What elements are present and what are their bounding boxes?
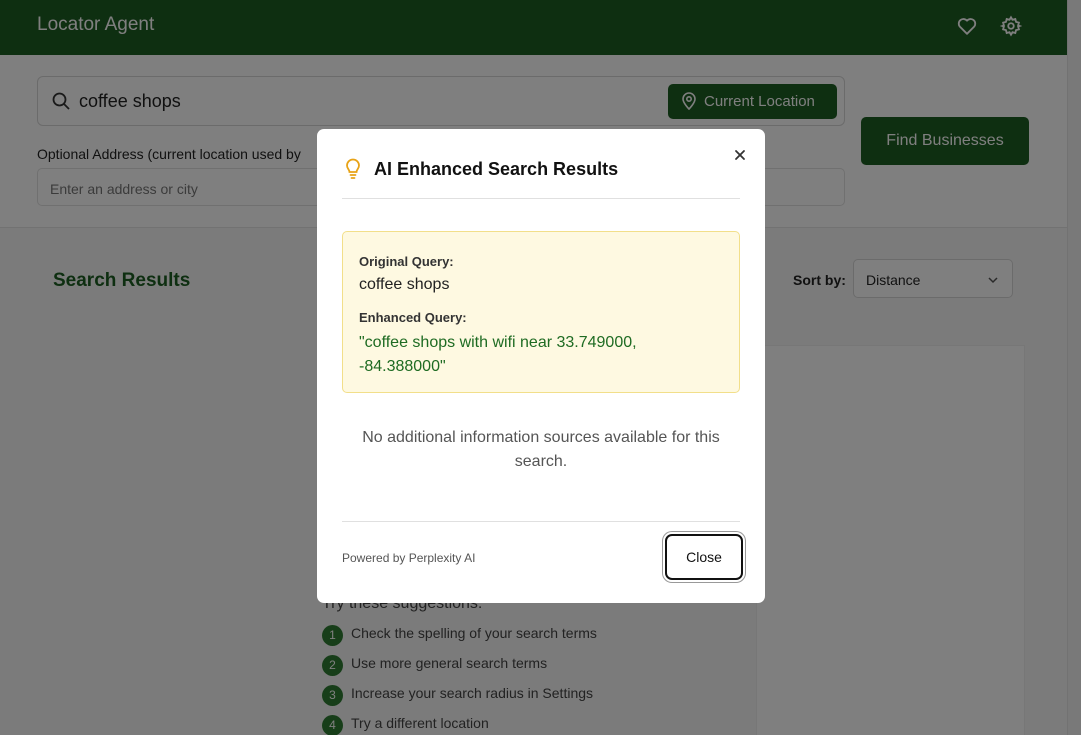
close-button[interactable]: Close [665,534,743,580]
query-box: Original Query: coffee shops Enhanced Qu… [342,231,740,393]
enhanced-query-value: "coffee shops with wifi near 33.749000, … [359,334,637,375]
modal-title: AI Enhanced Search Results [374,159,619,179]
ai-results-modal: AI Enhanced Search Results Original Quer… [317,129,765,603]
enhanced-query-label: Enhanced Query: [359,310,467,325]
lightbulb-icon [343,158,363,180]
original-query-label: Original Query: [359,254,454,269]
divider [342,521,740,522]
no-sources-message: No additional information sources availa… [362,429,720,470]
original-query-value: coffee shops [359,276,450,293]
close-icon[interactable] [732,147,748,163]
powered-by-text: Powered by Perplexity AI [342,551,476,565]
divider [342,198,740,199]
